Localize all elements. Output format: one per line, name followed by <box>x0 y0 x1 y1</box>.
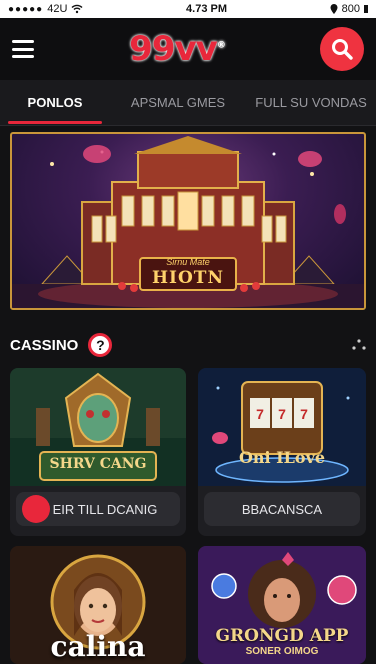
svg-text:7: 7 <box>300 406 308 422</box>
button-label: EIR TILL DCANIG <box>52 501 158 517</box>
search-icon <box>331 39 353 60</box>
game-art-title: GRONGD APP <box>215 626 349 646</box>
play-button[interactable]: EIR TILL DCANIG <box>16 492 180 526</box>
status-dot <box>22 495 50 523</box>
button-label: BBACANSCA <box>241 501 323 517</box>
section-title: CASSINO <box>10 336 79 354</box>
tab-ponlos[interactable]: PONLOS <box>0 80 110 126</box>
game-card[interactable]: 7 7 7 Oni ILove BBACANSCA <box>198 368 366 536</box>
game-art-title: SHRV CANG <box>49 456 147 472</box>
section-header: CASSINO ? <box>10 330 366 360</box>
svg-text:7: 7 <box>278 406 286 422</box>
location-icon <box>330 4 338 14</box>
promo-banner[interactable]: Sirnu Mate HIOTN <box>10 132 366 310</box>
game-art-title: Oni ILove <box>238 448 326 467</box>
logo-text: 99vv <box>129 29 218 69</box>
carrier-label: 42U <box>47 3 68 15</box>
search-button[interactable] <box>319 27 364 71</box>
app-header: 99vv® <box>0 18 376 80</box>
banner-sign-subtext: Sirnu Mate <box>166 257 210 267</box>
svg-text:7: 7 <box>256 406 264 422</box>
status-bar: ●●●●● 42U 4.73 PM 800 <box>0 0 376 18</box>
game-art-subtitle: SONER OIMOG <box>245 646 319 657</box>
game-card[interactable]: GRONGD APP SONER OIMOG <box>198 546 366 664</box>
menu-icon[interactable] <box>12 40 34 58</box>
signal-icon: ●●●●● <box>8 3 44 15</box>
game-card[interactable]: calina <box>10 546 186 664</box>
wifi-icon <box>71 4 83 14</box>
tab-full-su-vondas[interactable]: FULL SU VONDAS <box>246 80 376 126</box>
game-card[interactable]: SHRV CANG EIR TILL DCANIG <box>10 368 186 536</box>
game-art-slot-machine: 7 7 7 <box>198 368 366 486</box>
more-icon[interactable] <box>352 339 366 351</box>
registered-mark: ® <box>216 40 226 51</box>
battery-label: 800 <box>341 3 360 15</box>
game-art-title: calina <box>50 630 146 663</box>
tab-apsmal-gmes[interactable]: APSMAL GMES <box>110 80 246 126</box>
banner-sign-text: HIOTN <box>151 268 224 288</box>
category-tabs: PONLOS APSMAL GMES FULL SU VONDAS <box>0 80 376 126</box>
battery-icon <box>364 5 368 13</box>
help-button[interactable]: ? <box>88 333 113 357</box>
play-button[interactable]: BBACANSCA <box>204 492 360 526</box>
brand-logo[interactable]: 99vv® <box>129 29 226 69</box>
clock: 4.73 PM <box>186 3 227 15</box>
